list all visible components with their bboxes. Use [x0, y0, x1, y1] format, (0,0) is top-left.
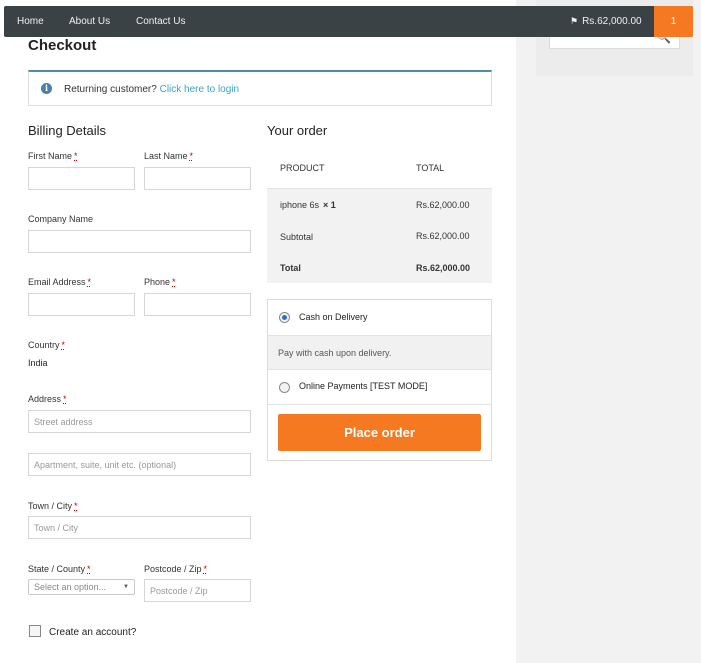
payment-divider	[268, 404, 491, 405]
payment-option-online[interactable]: Online Payments [TEST MODE]	[268, 370, 491, 404]
online-label[interactable]: Online Payments [TEST MODE]	[299, 381, 427, 391]
country-label: Country *	[28, 340, 65, 350]
returning-customer-notice: i Returning customer? Click here to logi…	[28, 70, 492, 106]
your-order-title: Your order	[267, 123, 328, 138]
phone-label-text: Phone	[144, 277, 171, 287]
col-total: TOTAL	[416, 163, 445, 173]
state-label: State / County *	[28, 564, 91, 574]
required-mark: *	[61, 340, 66, 350]
country-value: India	[28, 358, 48, 368]
item-total: Rs.62,000.00	[416, 200, 470, 210]
total-value: Rs.62,000.00	[416, 263, 471, 273]
country-label-text: Country	[28, 340, 60, 350]
page-title: Checkout	[28, 37, 97, 54]
item-name: iphone 6s × 1	[280, 200, 336, 210]
last-name-label: Last Name *	[144, 151, 193, 161]
required-mark: *	[87, 277, 92, 287]
nav-link-contact[interactable]: Contact Us	[136, 16, 185, 27]
email-label: Email Address *	[28, 277, 91, 287]
notice-label: Returning customer?	[64, 84, 157, 95]
subtotal-label: Subtotal	[280, 232, 314, 242]
chevron-down-icon: ▼	[123, 584, 129, 590]
required-mark: *	[172, 277, 176, 287]
address-label-text: Address	[28, 394, 62, 404]
state-select-value: Select an option...	[34, 582, 107, 592]
required-mark: *	[63, 394, 67, 404]
place-order-button[interactable]: Place order	[278, 414, 481, 451]
subtotal-value: Rs.62,000.00	[416, 231, 470, 241]
first-name-field[interactable]	[28, 167, 135, 190]
sidebar-panel	[516, 0, 701, 663]
last-name-field[interactable]	[144, 167, 251, 190]
postcode-label: Postcode / Zip *	[144, 564, 207, 574]
required-mark: *	[74, 501, 78, 511]
email-field[interactable]	[28, 293, 135, 316]
required-mark: *	[189, 151, 194, 161]
cart-total[interactable]: ⚑ Rs.62,000.00	[570, 16, 642, 27]
create-account-checkbox[interactable]	[29, 625, 41, 637]
company-label: Company Name	[28, 214, 94, 224]
email-label-text: Email Address	[28, 277, 86, 287]
info-icon: i	[41, 83, 52, 94]
phone-label: Phone *	[144, 277, 176, 287]
billing-title: Billing Details	[28, 123, 107, 138]
address-label: Address *	[28, 394, 67, 404]
state-select[interactable]: Select an option... ▼	[28, 579, 135, 595]
order-table-header: PRODUCT TOTAL	[267, 146, 492, 189]
nav-link-home[interactable]: Home	[17, 16, 44, 27]
town-label-text: Town / City	[28, 501, 73, 511]
cart-count-badge[interactable]: 1	[654, 6, 693, 37]
required-mark: *	[74, 151, 78, 161]
required-mark: *	[203, 564, 208, 574]
payment-option-cod[interactable]: Cash on Delivery	[268, 300, 491, 335]
create-account-label[interactable]: Create an account?	[49, 627, 136, 638]
street-address-field[interactable]: Street address	[28, 410, 251, 433]
payment-methods: Cash on Delivery Pay with cash upon deli…	[267, 299, 492, 461]
total-label: Total	[280, 263, 301, 273]
item-qty: × 1	[323, 200, 336, 210]
state-label-text: State / County	[28, 564, 86, 574]
first-name-label-text: First Name	[28, 151, 73, 161]
flag-icon: ⚑	[570, 16, 579, 26]
first-name-label: First Name *	[28, 151, 78, 161]
notice-text: Returning customer? Click here to login	[64, 84, 239, 95]
online-radio[interactable]	[279, 382, 290, 393]
cod-radio[interactable]	[279, 312, 290, 323]
cart-total-value: Rs.62,000.00	[582, 16, 642, 27]
top-navbar: Home About Us Contact Us ⚑ Rs.62,000.00 1	[4, 6, 693, 37]
col-product: PRODUCT	[280, 163, 325, 173]
cod-description: Pay with cash upon delivery.	[268, 335, 491, 370]
last-name-label-text: Last Name	[144, 151, 188, 161]
company-field[interactable]	[28, 230, 251, 253]
postcode-label-text: Postcode / Zip	[144, 564, 202, 574]
nav-link-about[interactable]: About Us	[69, 16, 110, 27]
required-mark: *	[87, 564, 91, 574]
login-link[interactable]: Click here to login	[160, 84, 239, 95]
cod-description-text: Pay with cash upon delivery.	[278, 348, 392, 358]
town-field[interactable]: Town / City	[28, 516, 251, 539]
apartment-field[interactable]: Apartment, suite, unit etc. (optional)	[28, 453, 251, 476]
town-label: Town / City *	[28, 501, 78, 511]
cod-label[interactable]: Cash on Delivery	[299, 312, 368, 322]
phone-field[interactable]	[144, 293, 251, 316]
item-name-text: iphone 6s	[280, 200, 320, 210]
postcode-field[interactable]: Postcode / Zip	[144, 579, 251, 602]
order-table: PRODUCT TOTAL iphone 6s × 1 Rs.62,000.00 …	[267, 146, 492, 283]
